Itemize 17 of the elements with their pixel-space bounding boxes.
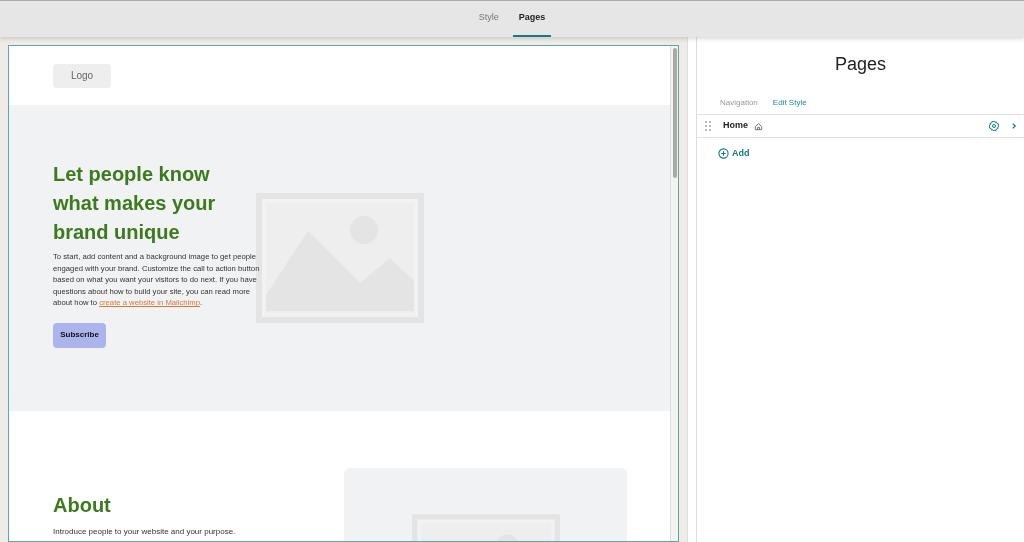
add-button[interactable]: Add — [718, 147, 750, 161]
home-icon — [754, 121, 763, 131]
panel-link[interactable]: Edit Style — [772, 97, 807, 109]
panel-link[interactable]: Navigation — [720, 97, 758, 109]
page-label: Home — [723, 119, 748, 133]
drag-handle-icon[interactable] — [705, 121, 711, 131]
plus-circle-icon — [718, 148, 729, 160]
panel-title: Pages — [833, 53, 887, 76]
about-heading: About — [53, 493, 112, 518]
logo-button[interactable]: Logo — [53, 63, 111, 88]
page-row[interactable]: Home — [697, 114, 1024, 138]
about-text: Introduce people to your website and your purpose. — [53, 526, 237, 538]
subscribe-button[interactable]: Subscribe — [53, 322, 106, 348]
settings-icon[interactable] — [988, 120, 1000, 132]
chevron-right-icon[interactable] — [1010, 122, 1018, 130]
hero-heading: Let people know what makes your brand unique — [53, 162, 217, 246]
tab[interactable]: Style — [472, 1, 505, 37]
